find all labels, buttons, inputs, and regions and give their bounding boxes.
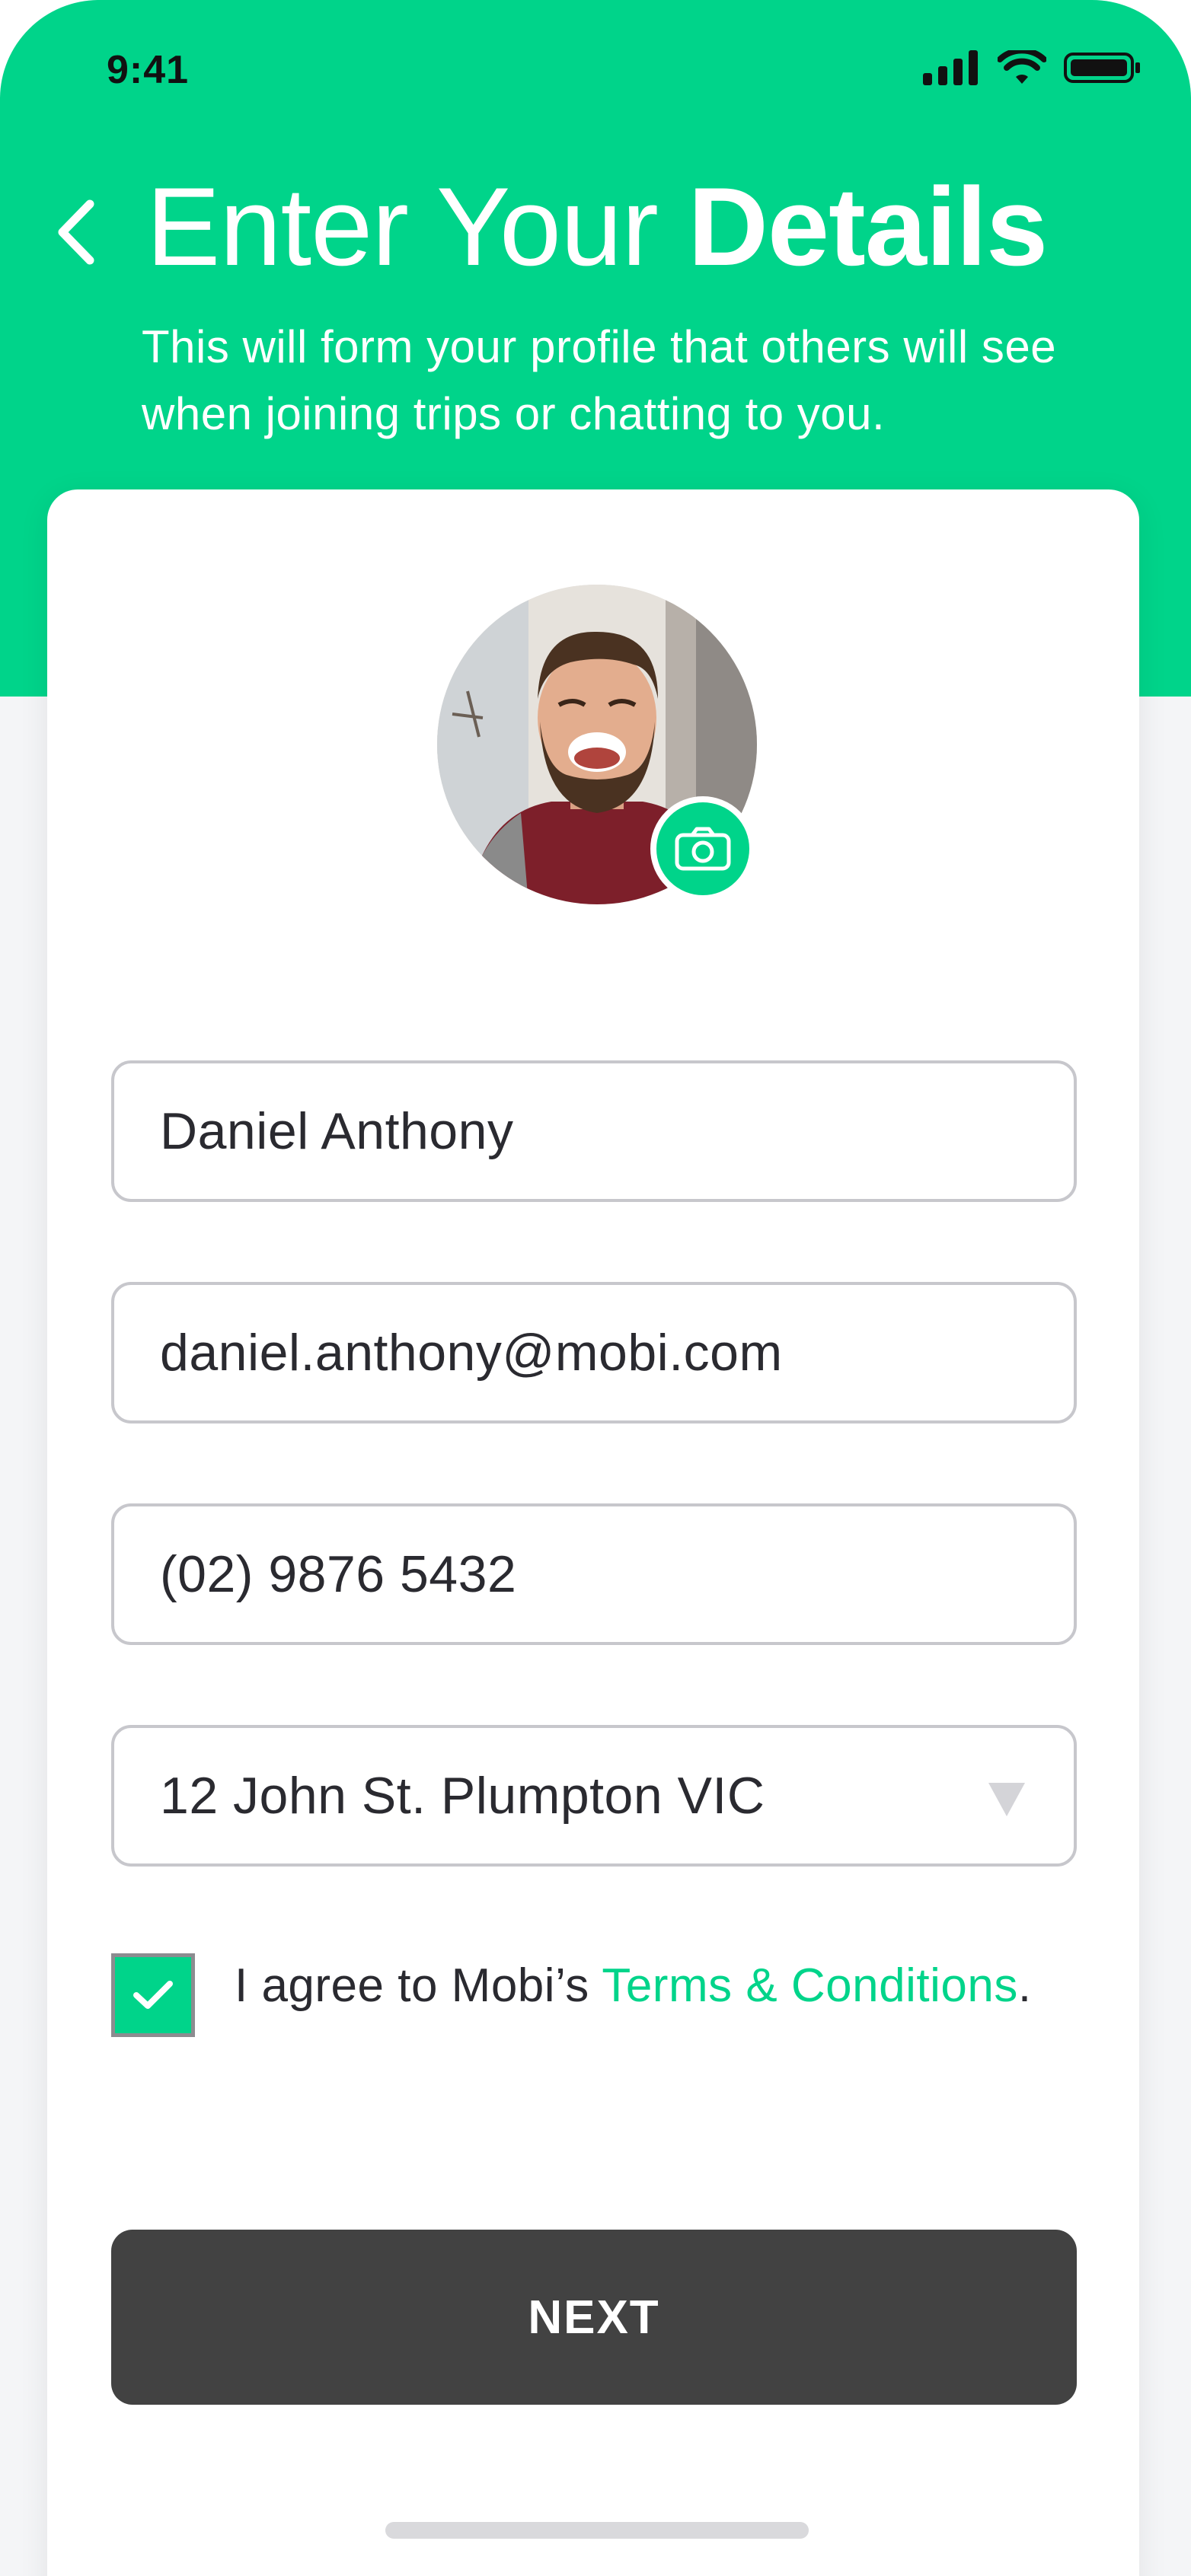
name-value: Daniel Anthony [160,1102,514,1160]
details-card: Daniel Anthony daniel.anthony@mobi.com (… [47,489,1139,2576]
address-select[interactable]: 12 John St. Plumpton VIC [111,1725,1077,1867]
page-title: Enter Your Details [146,163,1048,291]
address-value: 12 John St. Plumpton VIC [160,1767,765,1825]
phone-value: (02) 9876 5432 [160,1545,517,1603]
name-field[interactable]: Daniel Anthony [111,1060,1077,1202]
email-value: daniel.anthony@mobi.com [160,1324,783,1382]
status-time: 9:41 [107,48,190,92]
status-icons [923,50,1142,85]
dropdown-arrow-icon [988,1783,1025,1816]
battery-icon [1064,53,1140,83]
next-button[interactable]: NEXT [111,2230,1077,2405]
avatar-container [437,585,757,904]
back-button[interactable] [47,190,108,274]
home-indicator [385,2522,809,2539]
terms-checkbox[interactable] [111,1953,195,2037]
change-photo-button[interactable] [650,796,755,901]
phone-field[interactable]: (02) 9876 5432 [111,1503,1077,1645]
wifi-icon [998,50,1046,84]
title-bold: Details [688,164,1048,289]
page-subtitle: This will form your profile that others … [142,321,1057,439]
agree-prefix: I agree to Mobi’s [235,1959,602,2012]
terms-agreement-text: I agree to Mobi’s Terms & Conditions. [235,1959,1032,2013]
camera-icon [675,827,731,871]
phone-screen: 9:41 Enter Your Details This will form y… [0,0,1191,2576]
terms-conditions-link[interactable]: Terms & Conditions [602,1959,1018,2012]
checkmark-icon [133,1981,173,2009]
signal-icon [923,50,978,85]
agree-suffix: . [1017,1959,1032,2012]
email-field[interactable]: daniel.anthony@mobi.com [111,1282,1077,1423]
title-regular: Enter Your [146,164,688,289]
chevron-left-icon [58,199,94,265]
